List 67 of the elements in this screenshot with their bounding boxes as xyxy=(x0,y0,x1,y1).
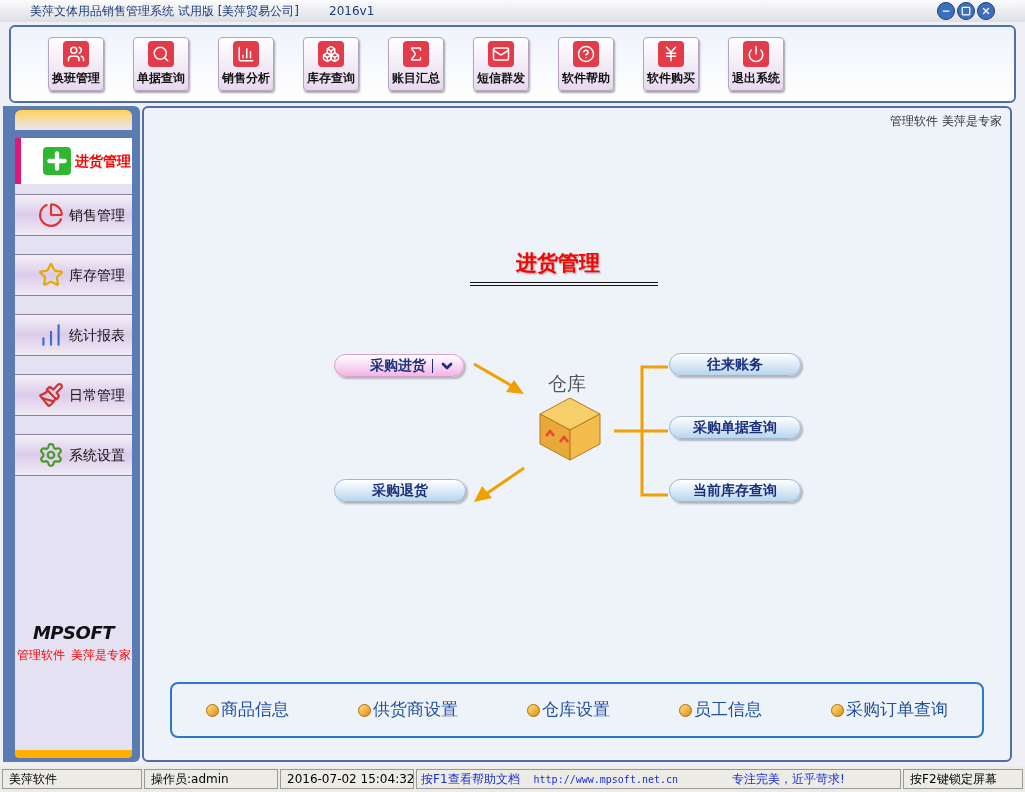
quick-link[interactable]: 采购订单查询 xyxy=(830,697,948,723)
toolbar-button[interactable]: 软件购买 xyxy=(643,37,699,91)
tagline-text: 管理软件 美萍是专家 xyxy=(890,113,1002,130)
brush-icon xyxy=(37,381,65,409)
sidebar-item[interactable]: 销售管理 xyxy=(15,194,132,236)
pie-chart-icon xyxy=(37,201,65,229)
dropdown-button[interactable]: 采购进货 xyxy=(334,354,464,377)
slogan-text: 美萍是专家 xyxy=(70,647,131,664)
bullet-icon xyxy=(358,703,372,717)
toolbar-button[interactable]: 销售分析 xyxy=(218,37,274,91)
sidebar-item[interactable]: 系统设置 xyxy=(15,434,132,476)
bullet-icon xyxy=(206,703,220,717)
toolbar-button[interactable]: 账目汇总 xyxy=(388,37,444,91)
status-cell: 按F2键锁定屏幕 xyxy=(903,769,1023,789)
toolbar-button[interactable]: 换班管理 xyxy=(48,37,104,91)
toolbar-icon xyxy=(63,41,89,67)
arrow-icon xyxy=(472,466,526,504)
diagram-button[interactable]: 采购单据查询 xyxy=(669,416,801,439)
status-message: 按F1查看帮助文档 xyxy=(421,771,520,788)
toolbar-icon xyxy=(233,41,259,67)
toolbar-button[interactable]: 库存查询 xyxy=(303,37,359,91)
diagram-button[interactable]: 往来账务 xyxy=(669,353,801,376)
toolbar-icon xyxy=(573,41,599,67)
maximize-icon xyxy=(961,6,971,16)
box-icon xyxy=(538,396,602,462)
sidebar-item[interactable]: 库存管理 xyxy=(15,254,132,296)
toolbar-icon xyxy=(318,41,344,67)
arrow-icon xyxy=(472,362,526,396)
toolbar-icon xyxy=(488,41,514,67)
toolbar-icon xyxy=(403,41,429,67)
toolbar-button[interactable]: 退出系统 xyxy=(728,37,784,91)
toolbar-icon xyxy=(658,41,684,67)
star-icon xyxy=(37,261,65,289)
section-heading: 进货管理 xyxy=(516,250,600,277)
quick-link[interactable]: 商品信息 xyxy=(206,697,290,723)
bullet-icon xyxy=(830,703,844,717)
gear-icon xyxy=(37,441,65,469)
website-link[interactable]: http://www.mpsoft.net.cn xyxy=(533,771,679,787)
status-cell: 操作员:admin xyxy=(144,769,278,789)
bullet-icon xyxy=(527,703,540,717)
status-message: 专注完美，近乎苛求! xyxy=(732,771,845,788)
status-cell: 美萍软件 xyxy=(2,769,142,789)
maximize-button[interactable] xyxy=(957,2,975,20)
slogan-text: 管理软件 xyxy=(16,647,65,664)
close-button[interactable] xyxy=(977,2,995,20)
mpsoft-logo: MPSOFT xyxy=(32,621,115,645)
quick-link[interactable]: 仓库设置 xyxy=(527,697,610,723)
toolbar-button[interactable]: 单据查询 xyxy=(133,37,189,91)
quick-link[interactable]: 供货商设置 xyxy=(358,697,459,723)
sidebar-item[interactable]: 进货管理 xyxy=(15,138,132,184)
diagram-button[interactable]: 采购退货 xyxy=(334,479,466,502)
toolbar-icon xyxy=(743,41,769,67)
bullet-icon xyxy=(678,703,692,717)
diagram-button[interactable]: 当前库存查询 xyxy=(669,479,801,502)
plus-icon xyxy=(43,147,71,175)
toolbar-button[interactable]: 短信群发 xyxy=(473,37,529,91)
close-icon xyxy=(981,6,991,16)
toolbar-button[interactable]: 软件帮助 xyxy=(558,37,614,91)
toolbar-icon xyxy=(148,41,174,67)
version-label: 2016v1 xyxy=(329,3,375,20)
minimize-button[interactable] xyxy=(937,2,955,20)
warehouse-label: 仓库 xyxy=(548,371,586,396)
sidebar-item[interactable]: 日常管理 xyxy=(15,374,132,416)
status-cell: 2016-07-02 15:04:32 xyxy=(280,769,414,789)
sidebar-item[interactable]: 统计报表 xyxy=(15,314,132,356)
window-title: 美萍文体用品销售管理系统 试用版 [美萍贸易公司] xyxy=(30,3,299,20)
quick-link[interactable]: 员工信息 xyxy=(678,697,762,723)
